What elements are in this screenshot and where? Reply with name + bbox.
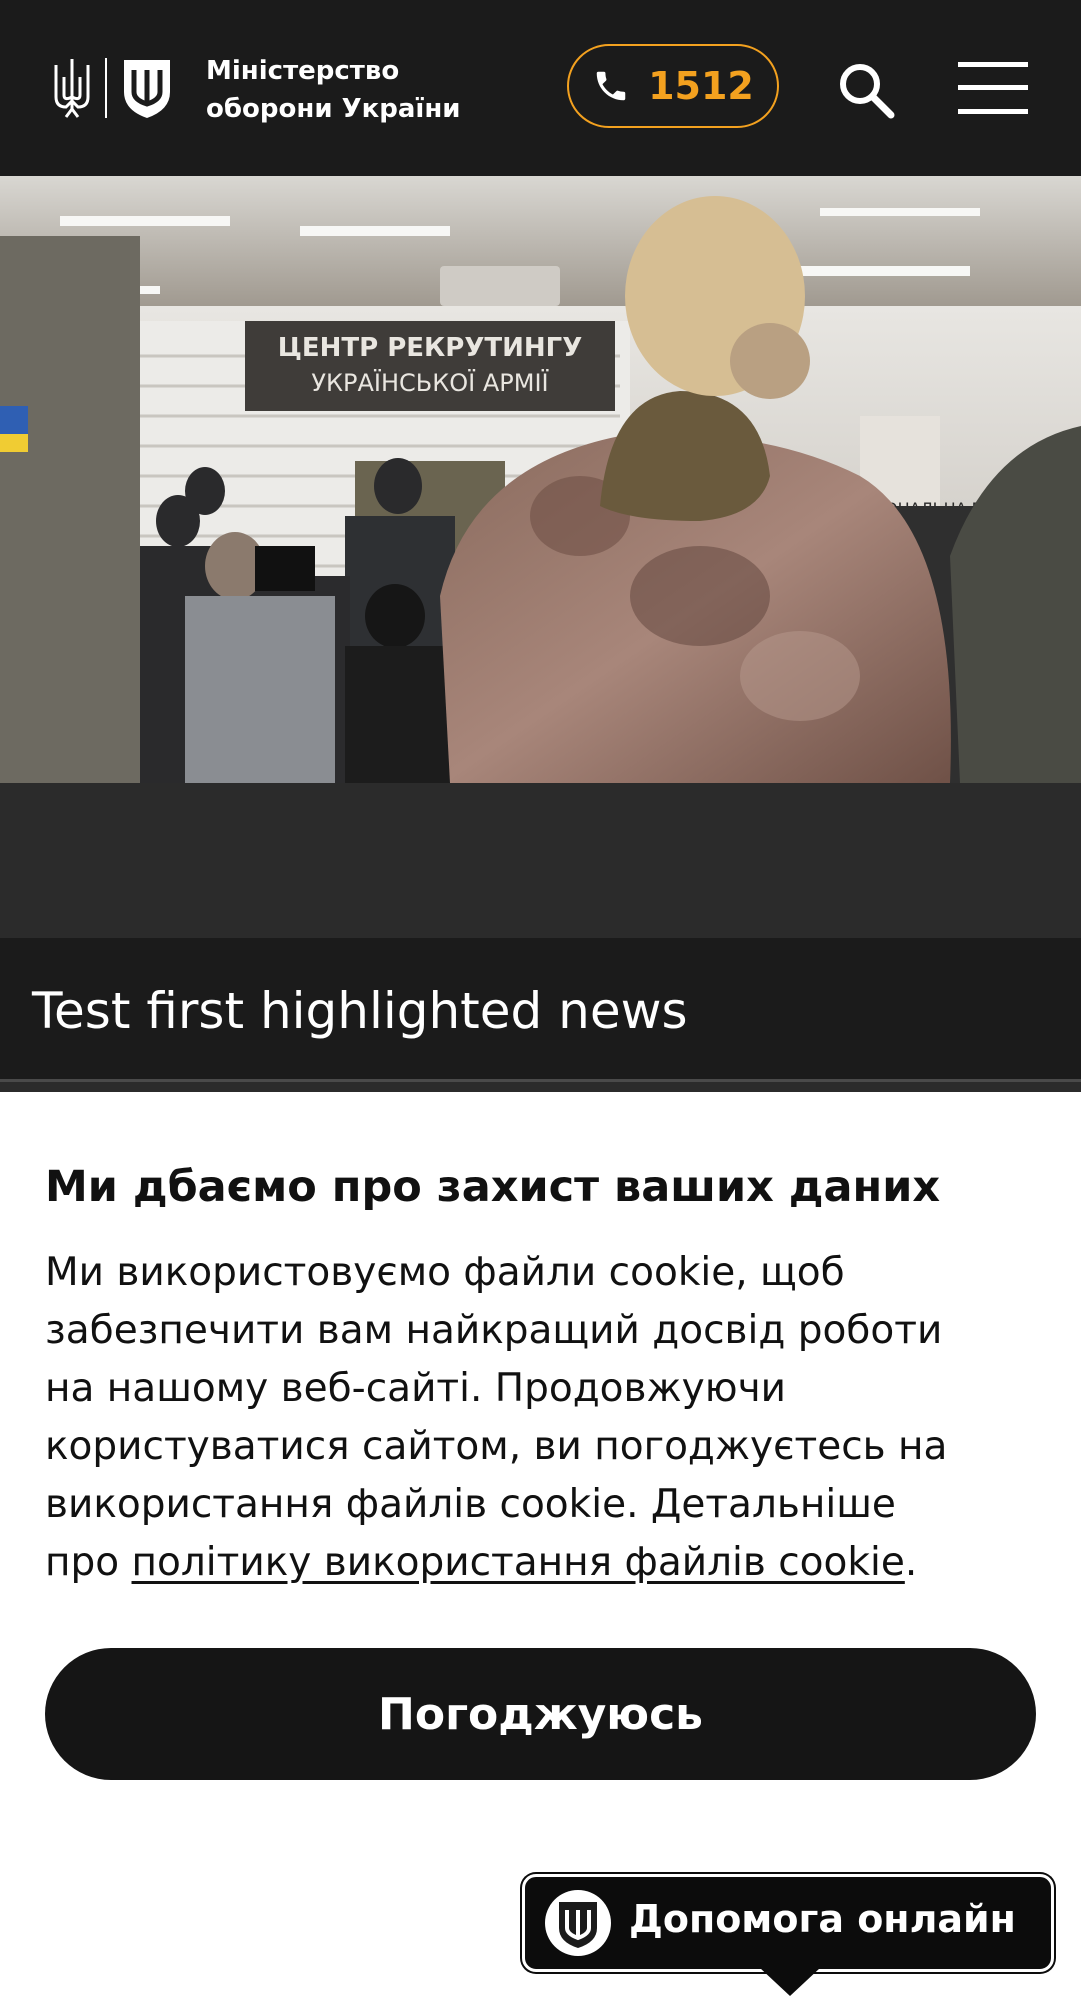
cookie-text-line: використання файлів cookie. Детальніше	[45, 1482, 896, 1527]
search-icon[interactable]	[836, 60, 896, 120]
cookie-text-line: забезпечити вам найкращий досвід роботи	[45, 1308, 943, 1353]
help-pointer	[760, 1968, 820, 1996]
banner-line-2: УКРАЇНСЬКОЇ АРМІЇ	[311, 368, 549, 397]
cookie-text-line: користуватися сайтом, ви погоджуєтесь на	[45, 1424, 948, 1469]
help-online-label: Допомога онлайн	[629, 1897, 1016, 1941]
cookie-text-line-6: про політику використання файлів cookie.	[45, 1534, 1045, 1592]
accept-cookies-button[interactable]: Погоджуюсь	[45, 1648, 1036, 1780]
site-header: Міністерство оборони України 1512	[0, 0, 1081, 176]
cookie-policy-link[interactable]: політику використання файлів cookie	[132, 1540, 905, 1585]
hotline-number: 1512	[648, 64, 754, 108]
hero-caption-spacer	[0, 783, 1081, 938]
banner-line-1: ЦЕНТР РЕКРУТИНГУ	[278, 333, 583, 363]
menu-bar-1	[958, 62, 1028, 67]
logo-divider	[105, 58, 107, 118]
menu-bar-3	[958, 109, 1028, 114]
trident-icon[interactable]	[52, 57, 92, 119]
help-online-button[interactable]: Допомога онлайн	[522, 1874, 1054, 1972]
brand-line-1: Міністерство	[206, 56, 400, 86]
cookie-text-suffix: .	[904, 1540, 918, 1585]
hero-image[interactable]: ЦЕНТР РЕКРУТИНГУ УКРАЇНСЬКОЇ АРМІЇ ОНАЛЬ…	[0, 176, 1081, 783]
news-title[interactable]: Test first highlighted news	[32, 982, 688, 1040]
ministry-name[interactable]: Міністерство оборони України	[206, 52, 486, 128]
cookie-title: Ми дбаємо про захист ваших даних	[45, 1162, 941, 1212]
cookie-text-prefix: про	[45, 1540, 132, 1585]
cookie-consent-panel: Ми дбаємо про захист ваших даних Ми вико…	[0, 1092, 1081, 1999]
cookie-text: Ми використовуємо файли cookie, щоб забе…	[45, 1244, 1045, 1592]
cookie-text-line: на нашому веб-сайті. Продовжуючи	[45, 1366, 786, 1411]
phone-icon	[596, 71, 626, 101]
shield-icon[interactable]	[120, 56, 174, 120]
cookie-text-line: Ми використовуємо файли cookie, щоб	[45, 1250, 845, 1295]
menu-icon[interactable]	[958, 60, 1028, 116]
highlighted-news[interactable]: Test first highlighted news	[0, 938, 1081, 1082]
menu-bar-2	[958, 85, 1028, 90]
brand-line-2: оборони України	[206, 94, 461, 124]
hotline-button[interactable]: 1512	[567, 44, 779, 128]
shield-icon	[545, 1890, 611, 1956]
